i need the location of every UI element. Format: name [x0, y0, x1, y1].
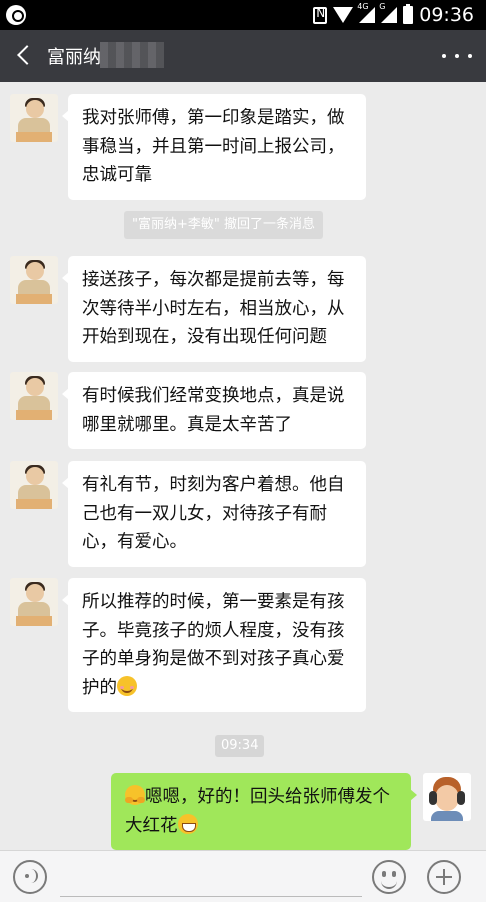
smile-emoji-icon: [117, 675, 137, 696]
message-timestamp: 09:34: [215, 735, 265, 757]
signal-4g-icon: 4G: [357, 2, 376, 23]
message-text: 有礼有节，时刻为客户着想。他自己也有一双儿女，对待孩子有耐心，有爱心。: [82, 475, 345, 552]
more-dot-icon: [468, 54, 472, 58]
my-avatar[interactable]: [423, 773, 471, 821]
back-arrow-icon: [17, 45, 37, 65]
contact-avatar[interactable]: [10, 578, 58, 626]
network-type-label: 4G: [357, 2, 369, 11]
redacted-name: [100, 42, 164, 68]
wifi-icon: [333, 7, 354, 23]
grin-emoji-icon: [177, 813, 198, 834]
back-button[interactable]: [10, 38, 40, 74]
sim-label: G: [379, 2, 386, 11]
more-options-button[interactable]: [442, 44, 472, 68]
outgoing-message-bubble[interactable]: 嗯嗯，好的！回头给张师傅发个大红花: [111, 773, 417, 850]
voice-input-button[interactable]: [13, 860, 47, 894]
signal-icon: G: [379, 2, 398, 23]
more-dot-icon: [442, 54, 446, 58]
emoji-button[interactable]: [372, 860, 406, 894]
contact-avatar[interactable]: [10, 372, 58, 420]
message-text: 接送孩子，每次都是提前去等，每次等待半小时左右，相当放心，从开始到现在，没有出现…: [82, 270, 345, 347]
app-notification-icon: [6, 5, 26, 25]
status-bar: 4G G 09:36: [0, 0, 486, 30]
contact-avatar[interactable]: [10, 256, 58, 304]
status-time: 09:36: [419, 4, 474, 26]
contact-avatar[interactable]: [10, 461, 58, 509]
battery-icon: [403, 4, 414, 24]
incoming-message-bubble[interactable]: 有时候我们经常变换地点，真是说哪里就哪里。真是太辛苦了: [62, 372, 366, 449]
chat-title: 富丽纳: [47, 47, 101, 68]
more-dot-icon: [455, 54, 459, 58]
incoming-message-bubble[interactable]: 有礼有节，时刻为客户着想。他自己也有一双儿女，对待孩子有耐心，有爱心。: [62, 461, 366, 567]
status-icons: 4G G 09:36: [313, 2, 474, 27]
contact-avatar[interactable]: [10, 94, 58, 142]
message-input[interactable]: [60, 861, 362, 897]
chat-header: 富丽纳: [0, 30, 486, 82]
incoming-message-bubble[interactable]: 我对张师傅，第一印象是踏实，做事稳当，并且第一时间上报公司，忠诚可靠: [62, 94, 366, 200]
message-text: 有时候我们经常变换地点，真是说哪里就哪里。真是太辛苦了: [82, 386, 345, 435]
more-functions-button[interactable]: [427, 860, 461, 894]
incoming-message-bubble[interactable]: 接送孩子，每次都是提前去等，每次等待半小时左右，相当放心，从开始到现在，没有出现…: [62, 256, 366, 362]
incoming-message-bubble[interactable]: 所以推荐的时候，第一要素是有孩子。毕竟孩子的烦人程度，没有孩子的单身狗是做不到对…: [62, 578, 366, 712]
nfc-icon: [313, 6, 328, 24]
hug-emoji-icon: [125, 785, 145, 805]
input-bar: [0, 850, 486, 902]
recall-notice: "富丽纳+李敏" 撤回了一条消息: [124, 211, 323, 239]
message-text: 我对张师傅，第一印象是踏实，做事稳当，并且第一时间上报公司，忠诚可靠: [82, 108, 345, 185]
message-text: 嗯嗯，好的！回头给张师傅发个大红花: [125, 787, 390, 836]
